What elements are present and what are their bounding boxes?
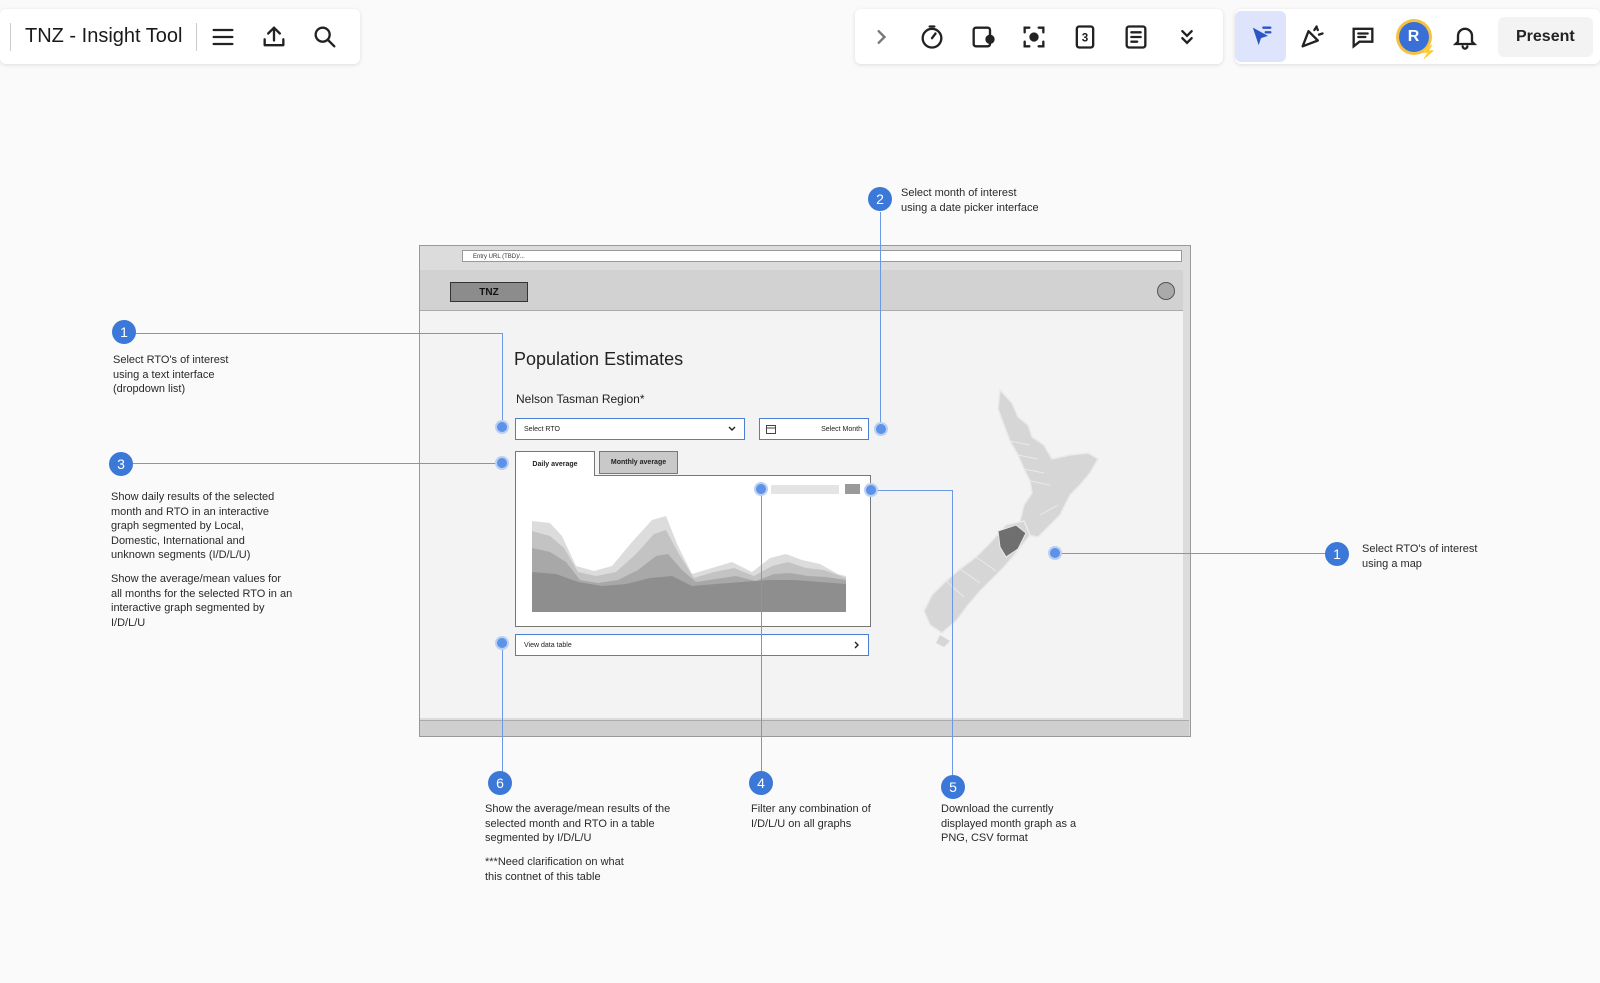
annotation-note-5: Download the currently displayed month g… [941,803,1077,844]
annotation-badge-1: 1 [112,320,136,344]
celebrate-icon[interactable] [1286,11,1337,62]
tab-daily-average[interactable]: Daily average [515,451,595,476]
annotation-badge-2: 2 [868,187,892,211]
month-picker[interactable]: Select Month [759,418,869,440]
annotation-badge-6: 6 [488,771,512,795]
wireframe-footer [420,720,1189,736]
avatar-initial: R [1407,27,1420,45]
nz-map[interactable] [920,385,1120,650]
annotation-note-1-right: Select RTO's of interest using a map [1362,543,1478,570]
connector-line [880,212,881,428]
connector-line [871,490,953,491]
rto-select-label: Select RTO [524,425,560,433]
export-icon[interactable] [248,11,299,62]
annotation-anchor-dot [497,458,507,468]
annotation-badge-4: 4 [749,771,773,795]
view-data-table-label: View data table [524,641,572,649]
board-toolbar: TNZ - Insight Tool [0,9,360,64]
chevron-right-icon[interactable] [855,11,906,62]
rto-select-dropdown[interactable]: Select RTO [515,418,745,440]
chevron-right-icon [854,641,859,649]
cursor-select-icon[interactable] [1235,11,1286,62]
area-chart-panel[interactable] [515,475,871,627]
connector-line [502,643,503,779]
lightning-icon: ⚡ [1420,43,1437,59]
wireframe-region-label: Nelson Tasman Region* [516,392,645,406]
annotation-note-6: Show the average/mean results of the sel… [485,803,671,844]
annotation-note-4: Filter any combination of I/D/L/U on all… [751,803,871,830]
tab-monthly-average[interactable]: Monthly average [599,451,678,474]
wireframe-url-bar: Entry URL (TBD)/... [462,250,1182,262]
svg-text:3: 3 [1081,31,1088,44]
wireframe-header [420,270,1183,311]
timer-icon[interactable] [906,11,957,62]
search-icon[interactable] [299,11,350,62]
comment-icon[interactable] [1337,11,1388,62]
annotation-anchor-dot [497,422,507,432]
countdown-icon[interactable]: 3 [1059,11,1110,62]
wireframe-page-title: Population Estimates [514,349,684,369]
annotation-note-3: Show daily results of the selected month… [111,491,275,561]
avatar: R ⚡ [1398,21,1437,59]
annotation-note-1-left: Select RTO's of interest using a text in… [113,354,229,395]
chart-download-button[interactable] [845,484,860,494]
connector-line [1055,553,1338,554]
view-data-table-button[interactable]: View data table [515,634,869,656]
tools-toolbar: 3 [855,9,1223,64]
focus-icon[interactable] [1008,11,1059,62]
month-select-label: Select Month [821,425,862,433]
annotation-anchor-dot [756,484,766,494]
embed-icon[interactable] [957,11,1008,62]
area-chart-graphic [532,516,846,612]
calendar-icon [766,424,776,434]
board-title[interactable]: TNZ - Insight Tool [11,25,196,48]
chevron-down-icon [728,426,736,431]
present-button[interactable]: Present [1498,16,1593,57]
annotation-anchor-dot [1050,548,1060,558]
annotation-badge-1-right: 1 [1325,542,1349,566]
annotation-badge-5: 5 [941,775,965,799]
annotation-note-3b: Show the average/mean values for all mon… [111,573,293,629]
annotation-anchor-dot [876,424,886,434]
connector-line [135,333,503,334]
menu-icon[interactable] [197,11,248,62]
chart-filter-bar[interactable] [771,485,839,494]
collab-toolbar: R ⚡ Present [1235,9,1600,64]
notes-icon[interactable] [1110,11,1161,62]
connector-line [502,333,503,427]
annotation-badge-3: 3 [109,452,133,476]
wireframe-logo: TNZ [450,282,528,302]
connector-line [952,490,953,784]
annotation-note-2: Select month of interest using a date pi… [901,187,1039,214]
user-avatar[interactable]: R ⚡ [1388,11,1439,62]
double-chevron-down-icon[interactable] [1161,11,1212,62]
connector-line [761,489,762,779]
annotation-anchor-dot [497,638,507,648]
connector-line [132,463,502,464]
notification-bell-icon[interactable] [1439,11,1490,62]
annotation-note-6b: ***Need clarification on what this contn… [485,856,624,883]
wireframe-profile-icon [1157,282,1175,300]
annotation-anchor-dot [866,485,876,495]
